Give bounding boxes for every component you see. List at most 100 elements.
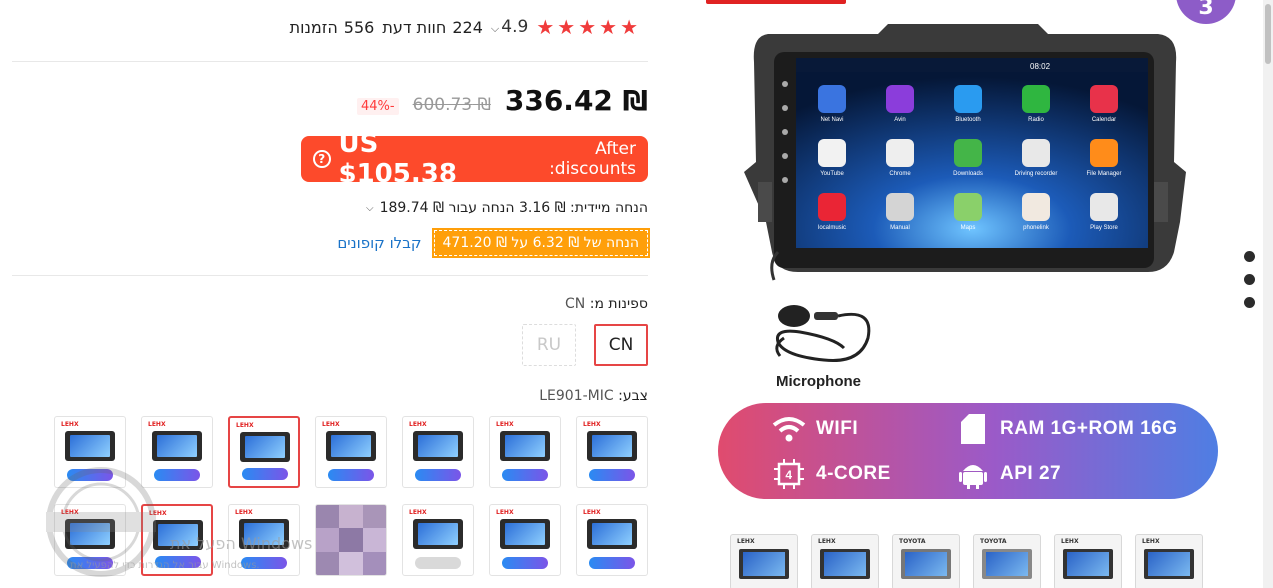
car-stereo-image (744, 24, 1186, 281)
app-label: YouTube (820, 171, 844, 177)
carousel-dot[interactable] (1244, 297, 1255, 308)
brand-logo: LEHX (583, 509, 601, 516)
ship-option-cn[interactable]: CN (594, 324, 648, 366)
after-discount-label: After discounts: (549, 139, 636, 179)
microphone-label: Microphone (776, 373, 861, 390)
star-icon: ★ (578, 15, 597, 39)
color-swatch[interactable] (315, 504, 387, 576)
rating-value[interactable]: ⌵ 4.9 (491, 17, 528, 37)
divider (12, 61, 648, 62)
brand-logo: LEHX (583, 421, 601, 428)
brand-logo: LEHX (737, 538, 755, 545)
instant-discount[interactable]: הנחה מיידית: ₪ 3.16 הנחה עבור ₪ 189.74 ⌵ (366, 200, 648, 216)
scrollbar-thumb[interactable] (1265, 4, 1271, 64)
gallery-thumbnail[interactable]: LEHX (730, 534, 798, 588)
carousel-dot[interactable] (1244, 251, 1255, 262)
app-label: Manual (890, 225, 910, 231)
ships-from-label: ספינות מ: CN (565, 296, 648, 312)
spec-ram-rom: RAM 1G+ROM 16G (956, 414, 1178, 444)
star-icon: ★ (557, 15, 576, 39)
carousel-dot[interactable] (1244, 274, 1255, 285)
app-label: Downloads (953, 171, 983, 177)
coupon-row: הנחה של ₪ 6.32 על ₪ 471.20 קבלו קופונים (337, 228, 651, 258)
color-swatch[interactable]: LEHX (315, 416, 387, 488)
app-label: Maps (960, 225, 976, 231)
activation-watermark: הפעל את Windows (170, 534, 313, 553)
brand-logo: LEHX (1142, 538, 1160, 545)
color-swatch[interactable]: LEHX (402, 416, 474, 488)
star-icon: ★ (536, 15, 555, 39)
app-label: File Manager (1086, 171, 1122, 177)
app-label: Calendar (1091, 117, 1117, 123)
scrollbar[interactable] (1263, 0, 1273, 588)
brand-logo: LEHX (61, 421, 79, 428)
svg-text:4: 4 (785, 468, 792, 482)
help-icon[interactable]: ? (313, 150, 331, 168)
gallery-thumbnail[interactable]: TOYOTA (973, 534, 1041, 588)
brand-logo: LEHX (236, 422, 254, 429)
app-label: Avin (894, 117, 906, 123)
discount-badge: -44% (357, 98, 399, 115)
brand-logo: TOYOTA (980, 538, 1007, 545)
app-label: Net Navi (820, 117, 844, 123)
reviews-count[interactable]: 224חוות דעת (382, 18, 483, 37)
chevron-down-icon: ⌵ (490, 22, 500, 35)
carousel-dots (1244, 251, 1255, 308)
spec-cpu: 4 4-CORE (772, 459, 891, 489)
gallery-thumbnail[interactable]: TOYOTA (892, 534, 960, 588)
cpu-icon: 4 (772, 459, 806, 489)
wifi-icon (772, 414, 806, 444)
app-label: Radio (1028, 117, 1044, 123)
spec-wifi: WIFI (772, 414, 858, 444)
brand-logo: LEHX (818, 538, 836, 545)
brand-strip (706, 0, 846, 4)
app-label: Chrome (889, 171, 911, 177)
app-label: phonelink (1023, 225, 1049, 231)
app-label: Play Store (1090, 225, 1118, 231)
corner-badge: 3 (1176, 0, 1236, 24)
sd-card-icon (956, 414, 990, 444)
chevron-down-icon: ⌵ (365, 202, 374, 214)
microphone-icon (775, 305, 871, 363)
color-swatch[interactable]: LEHX (489, 504, 561, 576)
brand-logo: LEHX (409, 509, 427, 516)
star-icon: ★ (599, 15, 618, 39)
get-coupons-link[interactable]: קבלו קופונים (337, 234, 421, 252)
product-gallery[interactable]: 3 08:02 Net Navi Avin Bluetooth Radio Ca… (700, 0, 1240, 588)
divider (12, 275, 648, 276)
brand-logo: LEHX (148, 421, 166, 428)
brand-logo: LEHX (1061, 538, 1079, 545)
spec-api: API 27 (956, 459, 1061, 489)
coupon-tag[interactable]: הנחה של ₪ 6.32 על ₪ 471.20 (431, 228, 651, 258)
color-swatch[interactable]: LEHX (576, 416, 648, 488)
activation-watermark-sub: עבור אל הגדרות כדי להפעיל את Windows. (70, 560, 260, 571)
ship-option-ru[interactable]: RU (522, 324, 576, 366)
price-row: ₪ 336.42 ₪ 600.73 -44% (357, 84, 648, 117)
after-discount-amount: US $105.38 (338, 129, 457, 189)
app-label: Driving recorder (1014, 171, 1058, 177)
color-swatch[interactable]: LEHX (489, 416, 561, 488)
brand-logo: LEHX (496, 509, 514, 516)
app-label: Bluetooth (955, 117, 981, 123)
color-label: צבע: LE901-MIC (539, 388, 648, 404)
original-price: ₪ 600.73 (412, 95, 491, 115)
current-price: ₪ 336.42 (504, 84, 648, 117)
gallery-thumbnail[interactable]: LEHX (811, 534, 879, 588)
brand-logo: LEHX (496, 421, 514, 428)
after-discount-banner[interactable]: After discounts: US $105.38 ? (301, 129, 648, 189)
gallery-thumbnail[interactable]: LEHX (1135, 534, 1203, 588)
color-swatch[interactable]: LEHX (402, 504, 474, 576)
color-swatch[interactable]: LEHX (576, 504, 648, 576)
orders-count: 556הזמנות (289, 17, 375, 37)
screen-clock: 08:02 (1030, 62, 1051, 71)
brand-logo: TOYOTA (899, 538, 926, 545)
thumbnail-strip: LEHX LEHX TOYOTA TOYOTA LEHX LEHX (730, 534, 1203, 588)
gallery-thumbnail[interactable]: LEHX (1054, 534, 1122, 588)
brand-logo: LEHX (322, 421, 340, 428)
brand-logo: LEHX (235, 509, 253, 516)
app-label: localmusic (817, 225, 846, 231)
rating-row: ★ ★ ★ ★ ★ ⌵ 4.9 224חוות דעת 556הזמנות (290, 17, 638, 37)
color-swatch-selected[interactable]: LEHX (228, 416, 300, 488)
android-icon (956, 459, 990, 489)
rating-stars[interactable]: ★ ★ ★ ★ ★ (536, 17, 638, 37)
